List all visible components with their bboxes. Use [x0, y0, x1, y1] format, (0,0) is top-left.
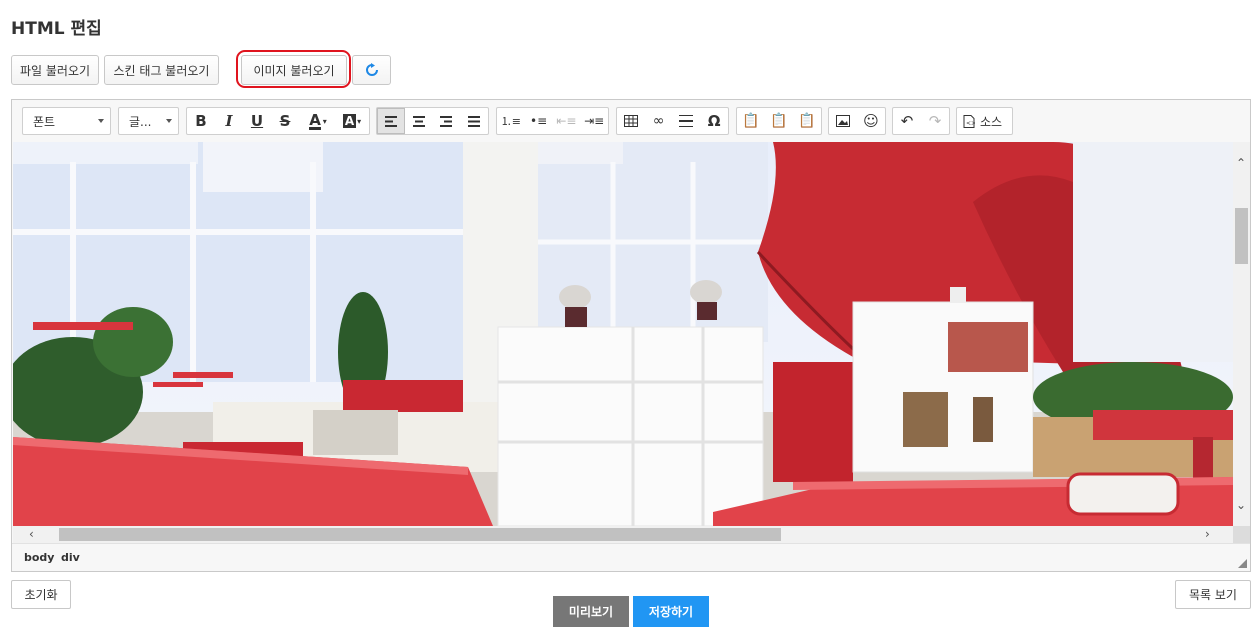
history-group: ↶ ↷: [892, 107, 950, 135]
numbered-list-button[interactable]: ⒈≡: [497, 108, 525, 134]
paste-button[interactable]: 📋: [737, 108, 765, 134]
scroll-down-icon[interactable]: ⌄: [1236, 498, 1246, 512]
bg-color-icon: A: [342, 114, 357, 128]
smiley-icon: ☺: [863, 112, 879, 130]
strikethrough-icon: S: [279, 112, 291, 130]
outdent-button[interactable]: ⇤≡: [553, 108, 581, 134]
office-photo: [13, 142, 1233, 526]
font-size-select[interactable]: 글...: [118, 107, 179, 135]
format-group: B I U S A ▾ A ▾: [186, 107, 370, 135]
horizontal-scroll-thumb[interactable]: [59, 528, 781, 541]
insert-group: ∞ Ω: [616, 107, 729, 135]
align-group: [376, 107, 489, 135]
chevron-down-icon: ▾: [357, 116, 362, 126]
media-group: ☺: [828, 107, 886, 135]
indent-button[interactable]: ⇥≡: [580, 108, 608, 134]
refresh-icon: [365, 63, 378, 76]
refresh-button[interactable]: [352, 55, 391, 85]
underline-icon: U: [250, 112, 264, 130]
special-char-button[interactable]: Ω: [700, 108, 728, 134]
redo-icon: ↷: [928, 112, 942, 130]
strikethrough-button[interactable]: S: [271, 108, 299, 134]
outdent-icon: ⇤≡: [556, 114, 577, 128]
save-button[interactable]: 저장하기: [633, 596, 709, 627]
load-file-button[interactable]: 파일 불러오기: [11, 55, 99, 85]
source-icon: <>: [963, 114, 975, 128]
align-left-button[interactable]: [377, 108, 405, 134]
chevron-down-icon: [166, 119, 172, 123]
scroll-up-icon[interactable]: ⌃: [1236, 156, 1246, 170]
redo-button[interactable]: ↷: [921, 108, 949, 134]
bulleted-list-button[interactable]: •≡: [525, 108, 553, 134]
font-size-label: 글...: [129, 114, 152, 129]
paste-word-button[interactable]: 📋: [793, 108, 821, 134]
bg-color-button[interactable]: A ▾: [337, 108, 367, 134]
undo-button[interactable]: ↶: [893, 108, 921, 134]
scrollbar-corner: [1233, 526, 1250, 543]
source-button[interactable]: <> 소스: [956, 107, 1013, 135]
align-center-icon: [412, 115, 425, 127]
paste-text-button[interactable]: 📋: [765, 108, 793, 134]
chevron-down-icon: [98, 119, 104, 123]
list-view-button[interactable]: 목록 보기: [1175, 580, 1251, 609]
vertical-scroll-thumb[interactable]: [1235, 208, 1248, 264]
text-color-icon: A: [309, 110, 321, 130]
element-path-bar: body div: [12, 543, 1250, 571]
editor-toolbar: 폰트 글... B I U S A ▾ A ▾ ⒈≡ •≡ ⇤≡ ⇥≡ ∞ Ω …: [12, 100, 1250, 142]
resize-handle[interactable]: [1238, 559, 1247, 568]
image-icon: [836, 115, 850, 127]
link-button[interactable]: ∞: [645, 108, 673, 134]
text-color-button[interactable]: A ▾: [299, 108, 337, 134]
table-icon: [623, 115, 638, 127]
preview-button[interactable]: 미리보기: [553, 596, 629, 627]
paste-icon: 📋: [742, 113, 760, 129]
align-right-button[interactable]: [433, 108, 461, 134]
horizontal-rule-button[interactable]: [673, 108, 701, 134]
align-right-icon: [440, 115, 453, 127]
bold-button[interactable]: B: [187, 108, 215, 134]
bulleted-list-icon: •≡: [530, 114, 548, 128]
align-left-icon: [384, 115, 397, 127]
paste-word-icon: 📋: [798, 113, 816, 129]
align-center-button[interactable]: [405, 108, 433, 134]
bold-icon: B: [195, 112, 207, 130]
source-label: 소스: [980, 114, 1003, 129]
path-item-body[interactable]: body: [24, 551, 54, 564]
page-title: HTML 편집: [11, 19, 102, 39]
paste-text-icon: 📋: [770, 113, 788, 129]
vertical-scrollbar[interactable]: ⌃ ⌄: [1233, 142, 1250, 526]
justify-button[interactable]: [460, 108, 488, 134]
numbered-list-icon: ⒈≡: [500, 115, 521, 128]
highlight-annotation: [236, 50, 351, 88]
table-button[interactable]: [617, 108, 645, 134]
omega-icon: Ω: [707, 112, 721, 130]
scroll-left-icon[interactable]: ‹: [29, 527, 34, 541]
path-item-div[interactable]: div: [61, 551, 80, 564]
chevron-down-icon: ▾: [322, 116, 327, 126]
load-skin-tag-button[interactable]: 스킨 태그 불러오기: [104, 55, 219, 85]
italic-button[interactable]: I: [215, 108, 243, 134]
italic-icon: I: [225, 112, 233, 130]
emoticon-button[interactable]: ☺: [857, 108, 885, 134]
image-button[interactable]: [829, 108, 857, 134]
justify-icon: [468, 115, 481, 127]
horizontal-rule-icon: [679, 115, 694, 127]
indent-icon: ⇥≡: [584, 114, 605, 128]
list-group: ⒈≡ •≡ ⇤≡ ⇥≡: [496, 107, 609, 135]
horizontal-scrollbar[interactable]: ‹ ›: [13, 526, 1233, 543]
scroll-right-icon[interactable]: ›: [1205, 527, 1210, 541]
editor-content-area[interactable]: [13, 142, 1233, 526]
font-select[interactable]: 폰트: [22, 107, 111, 135]
undo-icon: ↶: [900, 112, 914, 130]
underline-button[interactable]: U: [243, 108, 271, 134]
link-icon: ∞: [652, 113, 665, 129]
reset-button[interactable]: 초기화: [11, 580, 71, 609]
font-select-label: 폰트: [33, 114, 56, 129]
svg-text:<>: <>: [966, 120, 975, 127]
html-editor: 폰트 글... B I U S A ▾ A ▾ ⒈≡ •≡ ⇤≡ ⇥≡ ∞ Ω …: [11, 99, 1251, 572]
paste-group: 📋 📋 📋: [736, 107, 822, 135]
